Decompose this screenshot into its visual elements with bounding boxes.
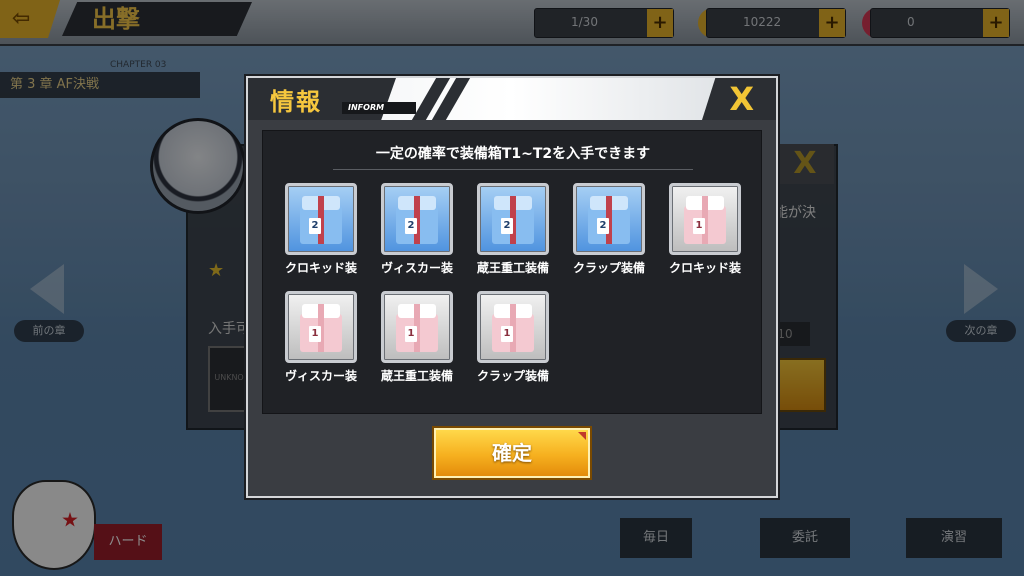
reward-item-label: ヴィスカー装 (284, 369, 357, 383)
reward-item-label: ヴィスカー装 (380, 261, 453, 275)
reward-item[interactable]: 2 クロキッド装 (275, 183, 367, 283)
equipment-box-t1-icon: 1 (381, 291, 453, 363)
reward-item-label: クロキッド装 (668, 261, 741, 275)
reward-item-label: クロキッド装 (284, 261, 357, 275)
equipment-box-t2-icon: 2 (573, 183, 645, 255)
equipment-box-t2-icon: 2 (477, 183, 549, 255)
dialog-header: 情報 INFORM X (248, 78, 776, 120)
reward-item-label: 蔵王重工装備 (476, 261, 549, 275)
reward-item[interactable]: 2 クラップ装備 (563, 183, 655, 283)
reward-item-label: クラップ装備 (476, 369, 549, 383)
dialog-body: 一定の確率で装備箱T1~T2を入手できます 2 クロキッド装 2 ヴィスカー装 … (262, 130, 762, 414)
equipment-box-t2-icon: 2 (285, 183, 357, 255)
reward-item[interactable]: 1 蔵王重工装備 (371, 291, 463, 391)
close-button[interactable]: X (702, 78, 776, 120)
reward-item-label: クラップ装備 (572, 261, 645, 275)
reward-item[interactable]: 1 ヴィスカー装 (275, 291, 367, 391)
reward-item-label: 蔵王重工装備 (380, 369, 453, 383)
reward-item[interactable]: 1 クラップ装備 (467, 291, 559, 391)
close-icon[interactable]: X (729, 80, 754, 118)
reward-item[interactable]: 1 クロキッド装 (659, 183, 751, 283)
drop-description: 一定の確率で装備箱T1~T2を入手できます (333, 143, 693, 170)
info-dialog: 情報 INFORM X 一定の確率で装備箱T1~T2を入手できます 2 クロキッ… (246, 76, 778, 498)
equipment-box-t1-icon: 1 (477, 291, 549, 363)
dialog-subtitle: INFORM (342, 102, 416, 114)
reward-item[interactable]: 2 ヴィスカー装 (371, 183, 463, 283)
confirm-button[interactable]: 確定 (434, 428, 590, 478)
equipment-box-t2-icon: 2 (381, 183, 453, 255)
equipment-box-t1-icon: 1 (669, 183, 741, 255)
dialog-title: 情報 (270, 87, 322, 116)
equipment-box-t1-icon: 1 (285, 291, 357, 363)
reward-item[interactable]: 2 蔵王重工装備 (467, 183, 559, 283)
